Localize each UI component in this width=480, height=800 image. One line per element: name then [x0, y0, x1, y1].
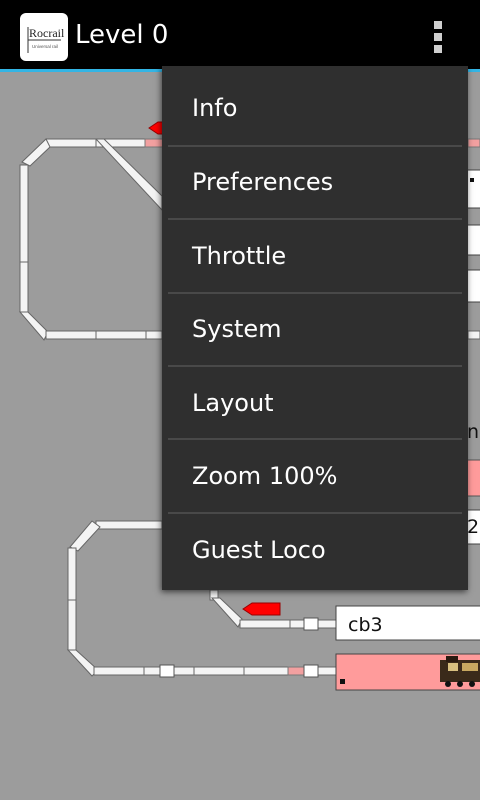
occupied-track-segment[interactable] — [467, 138, 480, 148]
track-segment[interactable] — [18, 311, 49, 341]
track-segment[interactable] — [93, 666, 145, 676]
block-label-partial: n — [467, 421, 479, 443]
page-title: Level 0 — [75, 20, 169, 50]
menu-item-label: Info — [192, 94, 238, 122]
logo-text: Rocrail — [29, 26, 65, 40]
overflow-popup-menu: Info Preferences Throttle System Layout … — [162, 66, 468, 590]
track-segment[interactable] — [67, 599, 77, 651]
track-segment[interactable] — [243, 666, 289, 676]
block-label: cb3 — [348, 614, 383, 636]
track-segment[interactable] — [45, 330, 97, 340]
menu-item-label: Guest Loco — [192, 536, 326, 564]
track-joint — [159, 664, 175, 678]
menu-item-label: Layout — [192, 389, 274, 417]
occupied-track-segment[interactable] — [287, 666, 305, 676]
menu-item-preferences[interactable]: Preferences — [162, 146, 468, 219]
track-segment[interactable] — [95, 330, 147, 340]
signal-red-icon[interactable] — [242, 602, 281, 616]
locomotive-icon[interactable] — [440, 656, 480, 687]
track-segment[interactable] — [94, 138, 163, 212]
track-segment[interactable] — [19, 164, 29, 263]
logo-subtext: Universal rail — [32, 44, 58, 49]
track-segment[interactable] — [467, 330, 480, 340]
menu-item-info[interactable]: Info — [162, 72, 468, 145]
action-bar: Rocrail Universal rail Level 0 — [0, 0, 480, 69]
track-joint — [303, 617, 319, 631]
menu-item-system[interactable]: System — [162, 293, 468, 366]
track-segment[interactable] — [95, 520, 163, 530]
block-indicator — [340, 679, 345, 684]
track-segment[interactable] — [289, 619, 305, 629]
menu-item-guest-loco[interactable]: Guest Loco — [162, 514, 468, 587]
block-indicator — [470, 178, 474, 182]
track-segment[interactable] — [239, 619, 291, 629]
track-segment[interactable] — [210, 597, 243, 628]
menu-item-label: Zoom 100% — [192, 462, 338, 490]
track-joint — [303, 664, 319, 678]
menu-item-throttle[interactable]: Throttle — [162, 220, 468, 293]
menu-item-label: Throttle — [192, 242, 287, 270]
track-segment[interactable] — [193, 666, 245, 676]
rocrail-logo-icon[interactable]: Rocrail Universal rail — [20, 13, 68, 61]
track-segment[interactable] — [19, 261, 29, 313]
menu-item-zoom[interactable]: Zoom 100% — [162, 440, 468, 513]
track-segment[interactable] — [67, 547, 77, 601]
track-segment[interactable] — [317, 619, 337, 629]
track-segment[interactable] — [45, 138, 97, 148]
overflow-menu-icon[interactable] — [420, 12, 456, 60]
menu-item-label: Preferences — [192, 168, 334, 196]
menu-item-label: System — [192, 315, 282, 343]
menu-item-layout[interactable]: Layout — [162, 367, 468, 440]
track-segment[interactable] — [145, 330, 163, 340]
track-segment[interactable] — [317, 666, 337, 676]
track-segment[interactable] — [69, 520, 101, 552]
block-label-partial: 2 — [467, 516, 479, 538]
track-segment[interactable] — [21, 138, 51, 167]
